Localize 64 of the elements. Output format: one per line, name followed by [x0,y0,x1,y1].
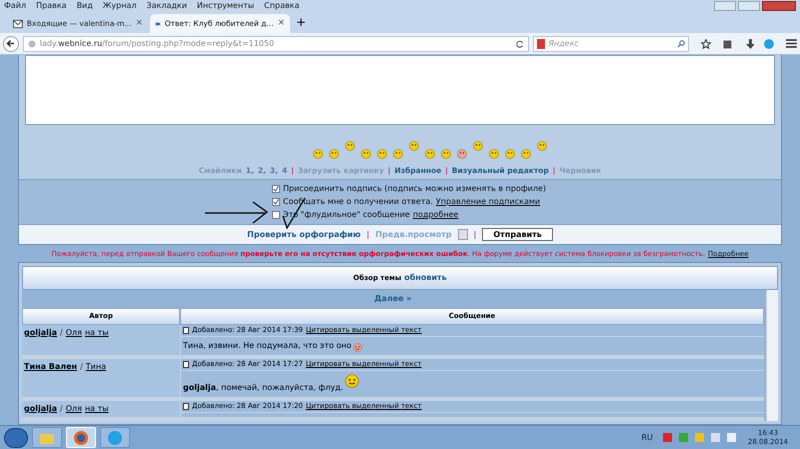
new-tab-button[interactable]: + [296,13,306,31]
option-label: Присоединить подпись (подпись можно изменять в профиле) [283,183,546,195]
message-textarea[interactable] [25,55,775,125]
post-text: Тина, извини. Не подумала, что это оно [183,340,352,352]
star-icon[interactable] [700,38,711,48]
author-separator: / [60,327,63,339]
reload-icon[interactable] [516,40,524,48]
search-placeholder: Яндекс [548,38,579,50]
option-link[interactable]: подробнее [412,209,458,221]
author-name[interactable]: Тина Вален [24,361,78,373]
download-icon[interactable] [746,38,754,48]
separator: | [366,228,370,240]
author-name[interactable]: goljalja [24,327,57,339]
author-separator: / [60,403,63,415]
start-button[interactable] [4,428,28,448]
author-alias[interactable]: Оля [66,403,82,415]
folder-icon [40,432,54,444]
search-icon [676,40,685,48]
chat-app-icon [108,430,122,444]
scrollbar[interactable] [766,290,778,421]
site-icon [155,18,161,28]
restore-button[interactable] [738,1,760,11]
post-icon [183,403,189,410]
author-note[interactable]: на ты [84,403,109,415]
menu-item[interactable]: Вид [76,0,93,12]
option-link[interactable]: Управление подписками [436,196,540,208]
menu-icon[interactable] [786,39,797,48]
post-icon [183,361,189,368]
author-name[interactable]: goljalja [24,403,57,415]
option-checkbox[interactable] [272,198,280,206]
menu-item[interactable]: Закладки [146,0,187,12]
minimize-button[interactable] [714,1,736,11]
submit-button[interactable]: Отправить [482,228,553,241]
tab-close-button[interactable]: × [135,16,143,30]
browser-icon [74,430,88,444]
language-indicator[interactable]: RU [641,432,653,444]
post-text: goljalja, помечай, пожалуйста, флуд. [183,382,344,394]
document-icon[interactable] [458,229,468,240]
option-checkbox[interactable] [272,211,280,219]
url-text: lady.webnice.ru/forum/posting.php?mode=reply&t=11050 [40,38,274,50]
smiley-icon [345,374,360,388]
address-field[interactable]: lady.webnice.ru/forum/posting.php?mode=reply&t=11050 [22,36,530,52]
author-alias[interactable]: Оля [66,327,82,339]
menu-item[interactable]: Файл [4,0,26,12]
tab-close-button[interactable]: × [277,16,285,30]
menu-item[interactable]: Правка [36,0,67,12]
menu-item[interactable]: Инструменты [196,0,254,12]
envelope-icon [13,18,23,28]
back-arrow-icon [6,39,16,48]
option-checkbox[interactable] [272,185,280,193]
author-alias[interactable]: Тина [86,361,106,373]
chat-app-icon[interactable] [764,38,774,48]
menu-item[interactable]: Справка [264,0,300,12]
separator: | [474,228,476,240]
smiley-icon [353,343,362,352]
back-button[interactable] [3,36,19,52]
post-icon [183,327,189,334]
spellcheck-link[interactable]: Проверить орфографию [247,228,361,240]
globe-icon [28,40,36,48]
author-separator: / [80,361,83,373]
refresh-link[interactable]: обновить [404,272,447,284]
menu-item[interactable]: Журнал [102,0,136,12]
close-button[interactable] [762,1,796,11]
author-note[interactable]: на ты [84,327,109,339]
